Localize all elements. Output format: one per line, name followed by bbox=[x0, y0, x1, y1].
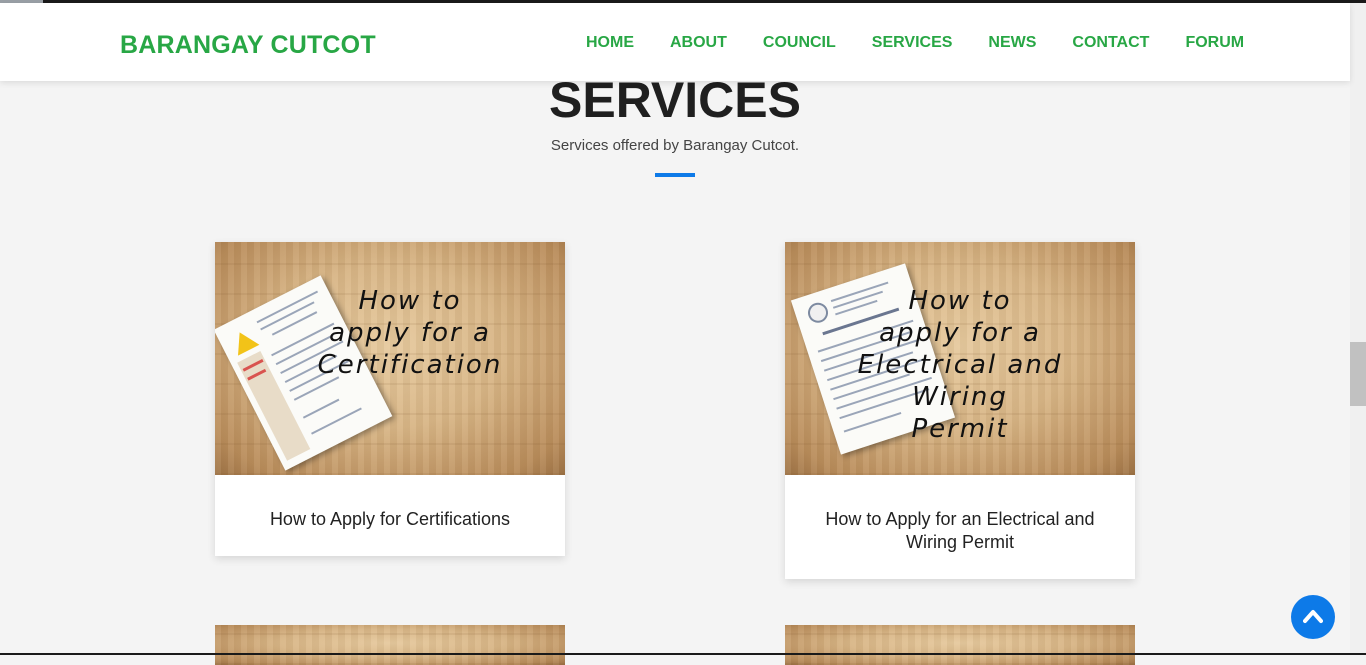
service-card-certification[interactable]: How to apply for a Certification How to … bbox=[215, 242, 565, 556]
card-thumbnail[interactable] bbox=[215, 625, 565, 665]
nav-council[interactable]: COUNCIL bbox=[745, 34, 854, 52]
overlay-line: apply for a bbox=[329, 318, 491, 348]
warning-emblem-icon bbox=[228, 326, 260, 356]
overlay-line: Electrical and Wiring bbox=[857, 350, 1063, 412]
thumbnail-overlay-text: How to apply for a Electrical and Wiring… bbox=[805, 285, 1115, 445]
overlay-line: apply for a bbox=[879, 318, 1041, 348]
nav-forum[interactable]: FORUM bbox=[1167, 34, 1262, 52]
nav-news[interactable]: NEWS bbox=[970, 34, 1054, 52]
overlay-line: How to bbox=[908, 286, 1012, 316]
service-card-electrical-permit[interactable]: How to apply for a Electrical and Wiring… bbox=[785, 242, 1135, 579]
section-subtitle: Services offered by Barangay Cutcot. bbox=[550, 137, 800, 154]
main-nav: HOME ABOUT COUNCIL SERVICES NEWS CONTACT… bbox=[568, 34, 1262, 52]
title-underline bbox=[655, 173, 695, 177]
overlay-line: How to bbox=[358, 286, 462, 316]
brand-logo-link[interactable]: BARANGAY CUTCOT bbox=[120, 31, 376, 60]
nav-services[interactable]: SERVICES bbox=[854, 34, 971, 52]
back-to-top-button[interactable] bbox=[1291, 595, 1335, 639]
card-thumbnail[interactable]: How to apply for a Certification bbox=[215, 242, 565, 475]
card-thumbnail[interactable] bbox=[785, 625, 1135, 665]
service-card-partial[interactable] bbox=[785, 625, 1135, 665]
overlay-line: Certification bbox=[317, 350, 503, 380]
scrollbar-thumb[interactable] bbox=[1350, 342, 1366, 406]
service-card-partial[interactable] bbox=[215, 625, 565, 665]
nav-about[interactable]: ABOUT bbox=[652, 34, 745, 52]
thumbnail-overlay-text: How to apply for a Certification bbox=[285, 285, 535, 381]
card-thumbnail[interactable]: How to apply for a Electrical and Wiring… bbox=[785, 242, 1135, 475]
overlay-line: Permit bbox=[911, 414, 1009, 444]
card-caption[interactable]: How to Apply for Certifications bbox=[215, 475, 565, 556]
nav-contact[interactable]: CONTACT bbox=[1054, 34, 1167, 52]
card-caption[interactable]: How to Apply for an Electrical and Wirin… bbox=[785, 475, 1135, 579]
navbar: BARANGAY CUTCOT HOME ABOUT COUNCIL SERVI… bbox=[0, 3, 1350, 81]
scrollbar-track[interactable] bbox=[1350, 3, 1366, 655]
chevron-up-icon bbox=[1303, 610, 1323, 623]
nav-home[interactable]: HOME bbox=[568, 34, 652, 52]
